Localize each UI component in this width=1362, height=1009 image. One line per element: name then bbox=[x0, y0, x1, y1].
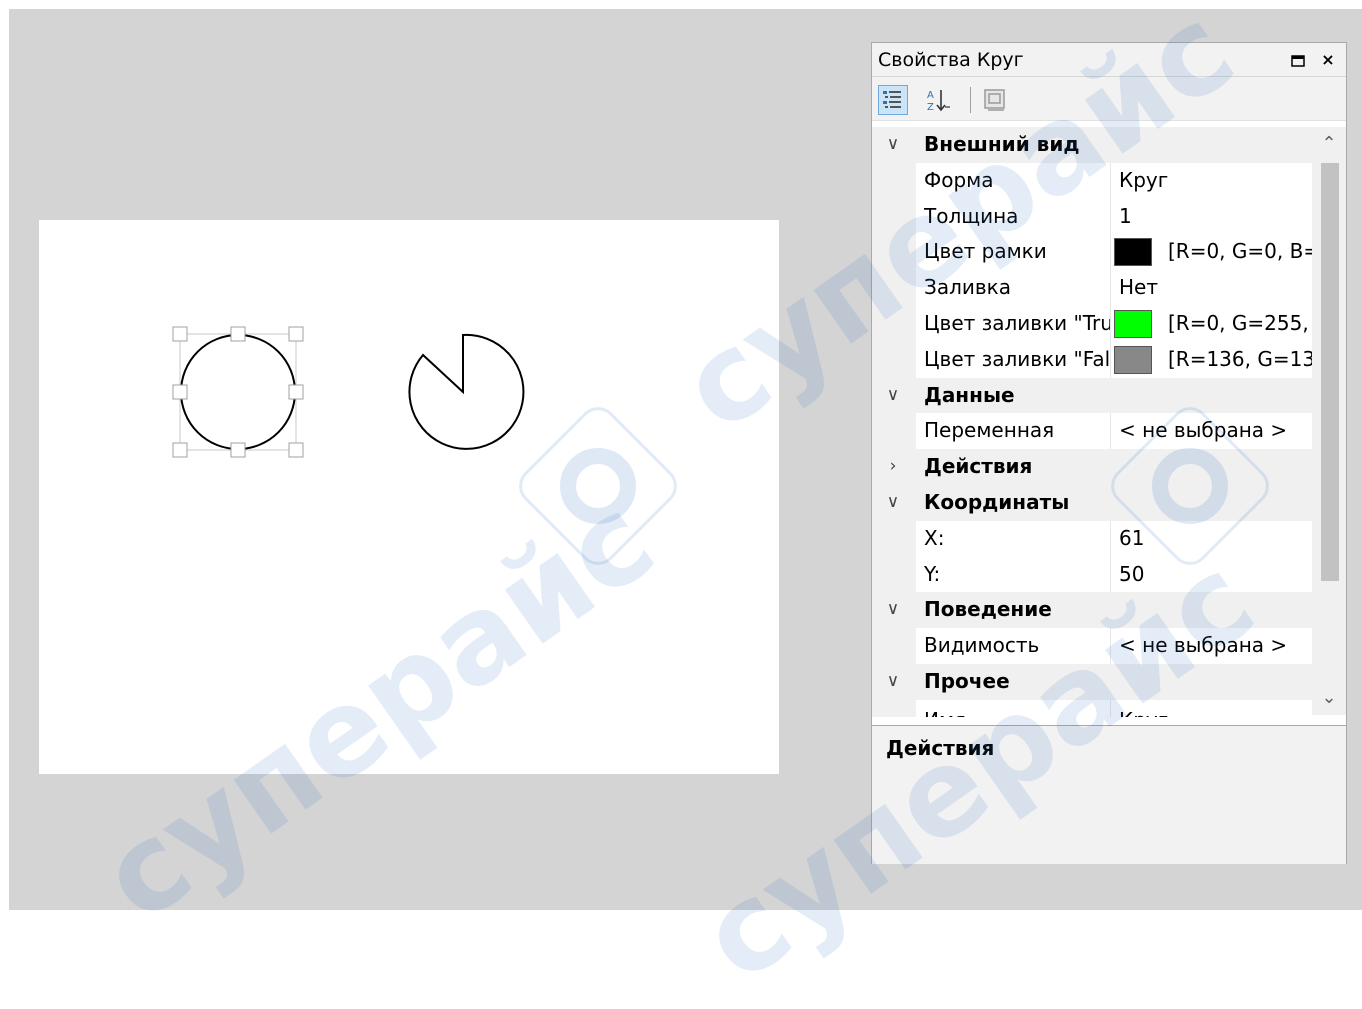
property-name: Цвет заливки "Fal bbox=[924, 346, 1110, 371]
property-value[interactable]: Круг bbox=[1119, 163, 1312, 199]
panel-title-bar: Свойства Круг × bbox=[872, 43, 1346, 77]
property-name: Переменная bbox=[924, 418, 1055, 443]
property-name: Имя bbox=[924, 700, 1110, 717]
description-title: Действия bbox=[886, 736, 995, 760]
property-value[interactable]: Нет bbox=[1119, 270, 1312, 306]
property-pages-icon[interactable] bbox=[980, 85, 1010, 115]
vertical-scrollbar[interactable]: ⌃ ⌄ bbox=[1312, 127, 1346, 715]
watermark-logo-icon bbox=[1111, 407, 1269, 565]
property-name: Толщина bbox=[924, 203, 1019, 228]
chevron-down-icon[interactable]: ∨ bbox=[878, 485, 908, 521]
color-swatch[interactable] bbox=[1114, 238, 1152, 267]
resize-handle-w[interactable] bbox=[172, 384, 188, 400]
scroll-down-icon[interactable]: ⌄ bbox=[1312, 681, 1346, 715]
color-swatch[interactable] bbox=[1114, 309, 1152, 338]
property-row-fill-false[interactable]: Цвет заливки "Fal [R=136, G=13( bbox=[872, 341, 1312, 378]
resize-handle-sw[interactable] bbox=[172, 442, 188, 458]
resize-handle-ne[interactable] bbox=[288, 326, 304, 342]
resize-handle-s[interactable] bbox=[230, 442, 246, 458]
resize-handle-e[interactable] bbox=[288, 384, 304, 400]
property-value[interactable]: [R=136, G=13( bbox=[1168, 342, 1312, 378]
property-value[interactable]: 1 bbox=[1119, 199, 1312, 235]
close-icon[interactable]: × bbox=[1316, 43, 1340, 77]
category-appearance[interactable]: ∨ Внешний вид bbox=[872, 127, 1312, 163]
chevron-down-icon[interactable]: ∨ bbox=[878, 664, 908, 700]
svg-text:Z: Z bbox=[927, 102, 934, 113]
svg-text:A: A bbox=[927, 90, 934, 101]
property-value[interactable]: Круг bbox=[1119, 700, 1312, 717]
property-name: Цвет заливки "Tru bbox=[924, 310, 1110, 335]
scroll-up-icon[interactable]: ⌃ bbox=[1312, 127, 1346, 161]
watermark-logo-icon bbox=[519, 407, 677, 565]
property-row-visibility[interactable]: Видимость < не выбрана > bbox=[872, 628, 1312, 664]
chevron-down-icon[interactable]: ∨ bbox=[878, 592, 908, 628]
property-row-fill-true[interactable]: Цвет заливки "Tru [R=0, G=255, l bbox=[872, 305, 1312, 342]
chevron-right-icon[interactable]: › bbox=[878, 449, 908, 485]
alphabetical-sort-icon[interactable]: A Z bbox=[924, 85, 954, 115]
property-value[interactable]: < не выбрана > bbox=[1119, 628, 1312, 664]
property-value[interactable]: [R=0, G=255, l bbox=[1168, 306, 1312, 342]
category-behavior[interactable]: ∨ Поведение bbox=[872, 592, 1312, 629]
resize-handle-nw[interactable] bbox=[172, 326, 188, 342]
category-other[interactable]: ∨ Прочее bbox=[872, 663, 1312, 700]
color-swatch[interactable] bbox=[1114, 345, 1152, 374]
property-value[interactable]: [R=0, G=0, B= bbox=[1168, 234, 1312, 270]
property-name: X: bbox=[924, 525, 945, 550]
property-row-border-color[interactable]: Цвет рамки [R=0, G=0, B= bbox=[872, 234, 1312, 271]
circle-shape bbox=[180, 334, 296, 450]
scrollbar-thumb[interactable] bbox=[1321, 163, 1339, 581]
panel-toolbar: A Z bbox=[872, 77, 1346, 121]
toolbar-separator bbox=[970, 87, 971, 113]
chevron-down-icon[interactable]: ∨ bbox=[878, 127, 908, 163]
selected-circle[interactable] bbox=[172, 326, 304, 458]
property-row-fill[interactable]: Заливка Нет bbox=[872, 270, 1312, 306]
maximize-icon[interactable] bbox=[1286, 43, 1310, 77]
description-pane: Действия bbox=[872, 725, 1346, 864]
property-name: Видимость bbox=[924, 633, 1040, 658]
panel-title: Свойства Круг bbox=[878, 49, 1024, 71]
property-name: Форма bbox=[924, 167, 994, 192]
chevron-down-icon[interactable]: ∨ bbox=[878, 378, 908, 414]
resize-handle-n[interactable] bbox=[230, 326, 246, 342]
property-row-thickness[interactable]: Толщина 1 bbox=[872, 198, 1312, 235]
property-name: Цвет рамки bbox=[924, 239, 1047, 264]
categorized-view-icon[interactable] bbox=[878, 85, 908, 115]
property-row-shape[interactable]: Форма Круг bbox=[872, 162, 1312, 199]
property-name: Заливка bbox=[924, 275, 1011, 300]
resize-handle-se[interactable] bbox=[288, 442, 304, 458]
property-name: Y: bbox=[924, 561, 941, 586]
property-row-name[interactable]: Имя Круг bbox=[872, 699, 1312, 717]
